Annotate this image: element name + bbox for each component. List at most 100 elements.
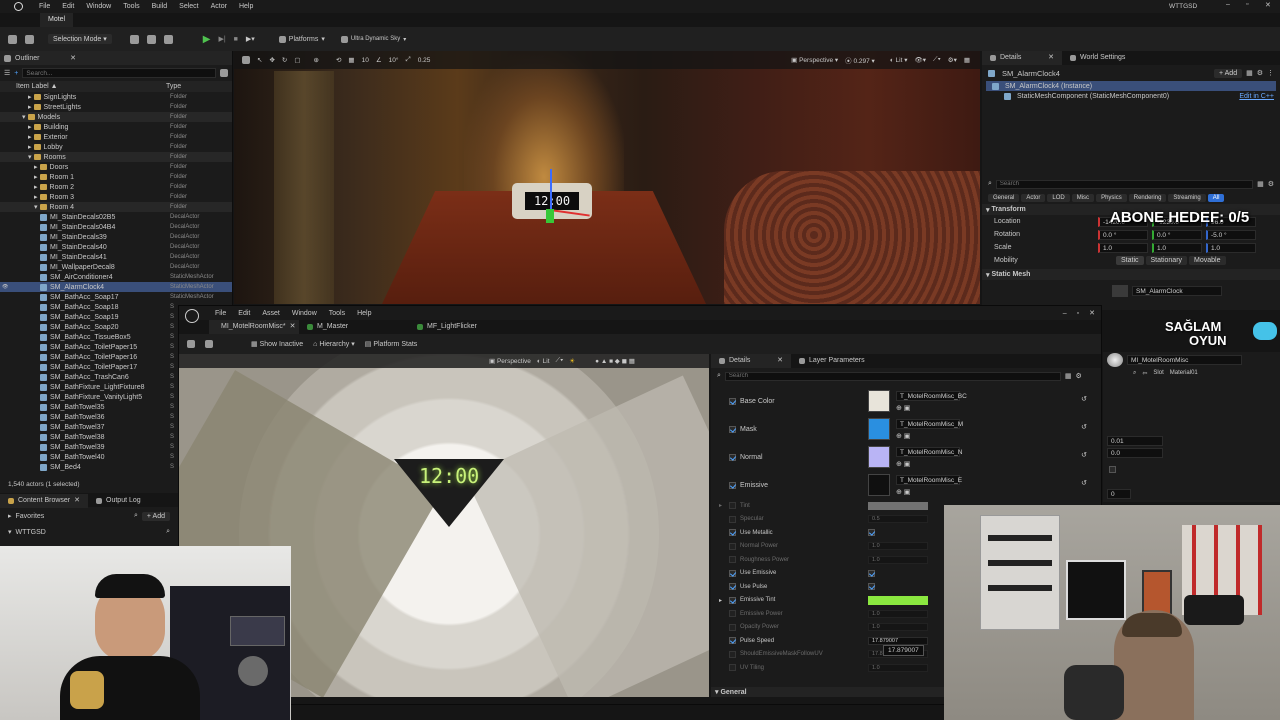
texture-browse-icons[interactable]: ⊕ ▣ xyxy=(896,404,960,412)
cinematics-icon[interactable] xyxy=(163,34,173,44)
param-value-checkbox[interactable] xyxy=(868,583,875,591)
expand-arrow-icon[interactable]: ▸ xyxy=(719,502,722,509)
viewport-menu-icon[interactable] xyxy=(242,56,250,64)
play-icon[interactable]: ▶ xyxy=(203,34,211,45)
platform-stats-button[interactable]: ▤ Platform Stats xyxy=(365,340,418,348)
edit-cpp-link[interactable]: Edit in C++ xyxy=(1239,93,1274,100)
filter-lod[interactable]: LOD xyxy=(1047,193,1070,202)
close-cb-icon[interactable]: ✕ xyxy=(74,494,80,508)
filter-icon[interactable]: ☰ xyxy=(4,69,10,77)
scale-snap-icon[interactable]: ⤢ xyxy=(405,56,410,64)
visibility-eye-icon[interactable]: 👁 xyxy=(0,284,10,290)
grid-snap-icon[interactable]: ▦ xyxy=(348,56,354,64)
mobility-stationary[interactable]: Stationary xyxy=(1145,256,1188,265)
world-settings-tab[interactable]: World Settings xyxy=(1062,51,1133,65)
close-window-icon[interactable]: ✕ xyxy=(1265,1,1271,9)
preview-realtime-icon[interactable]: ⟋▾ xyxy=(556,357,564,365)
mat-details-tab[interactable]: Details ✕ xyxy=(711,354,791,368)
content-icon[interactable] xyxy=(25,34,34,44)
favorites-expand-icon[interactable]: ▸ xyxy=(8,512,12,520)
outliner-row[interactable]: ▸ Room 3 Folder xyxy=(0,192,232,202)
perspective-dropdown[interactable]: ▣ Perspective ▾ xyxy=(791,56,838,64)
menu-build[interactable]: Build xyxy=(152,3,168,10)
save-icon[interactable] xyxy=(187,340,195,348)
show-icon[interactable]: 👁▾ xyxy=(915,56,927,64)
expand-arrow-icon[interactable]: ▸ xyxy=(34,193,38,201)
rotation-z[interactable]: -5.0 ° xyxy=(1206,229,1256,240)
param-enable-checkbox[interactable] xyxy=(729,453,736,461)
tint-swatch[interactable] xyxy=(868,501,928,510)
param-enable-checkbox[interactable] xyxy=(729,542,736,550)
menu-tools[interactable]: Tools xyxy=(123,3,139,10)
column-item-label[interactable]: Item Label ▲ xyxy=(16,83,166,90)
tab-mf-lightflicker[interactable]: MF_LightFlicker xyxy=(409,320,485,334)
settings-icon[interactable]: ⚙ xyxy=(1257,69,1263,77)
param-enable-checkbox[interactable] xyxy=(729,502,736,510)
outliner-row[interactable]: ▸ SignLights Folder xyxy=(0,92,232,102)
sky-dropdown[interactable]: Ultra Dynamic Sky ▾ xyxy=(340,35,406,43)
param-enable-checkbox[interactable] xyxy=(729,481,736,489)
mobility-movable[interactable]: Movable xyxy=(1189,256,1226,265)
level-tab[interactable]: Motel xyxy=(40,13,74,27)
layer-params-tab[interactable]: Layer Parameters xyxy=(791,354,873,368)
gizmo-y-axis[interactable] xyxy=(546,209,554,223)
outliner-row[interactable]: MI_WallpaperDecal8 DecalActor xyxy=(0,262,232,272)
reset-icon[interactable]: ↺ xyxy=(1081,423,1087,431)
more-icon[interactable]: ⋮ xyxy=(1267,69,1274,77)
side-value-1[interactable]: 0.01 xyxy=(1107,436,1163,446)
outliner-row[interactable]: ▸ Room 1 Folder xyxy=(0,172,232,182)
output-log-tab[interactable]: Output Log xyxy=(88,494,149,508)
mesh-picker[interactable]: SM_AlarmClock xyxy=(1132,286,1222,296)
scale-x[interactable]: 1.0 xyxy=(1098,242,1148,253)
expand-arrow-icon[interactable]: ▸ xyxy=(34,183,38,191)
tab-m-master[interactable]: M_Master xyxy=(299,320,409,334)
outliner-row[interactable]: SM_AirConditioner4 StaticMeshActor xyxy=(0,272,232,282)
save-icon[interactable] xyxy=(8,34,17,44)
texture-browse-icons[interactable]: ⊕ ▣ xyxy=(896,432,960,440)
grid-icon[interactable]: ▦ xyxy=(1065,372,1072,380)
unreal-logo-icon[interactable] xyxy=(14,2,23,11)
tab-mi-motelroommisc[interactable]: MI_MotelRoomMisc* ✕ xyxy=(209,320,299,334)
param-value-field[interactable]: 17.879007 xyxy=(868,636,928,645)
platforms-dropdown[interactable]: Platforms ▾ xyxy=(278,35,325,43)
param-enable-checkbox[interactable] xyxy=(729,623,736,631)
mat-search-input[interactable] xyxy=(724,371,1061,381)
lit-dropdown[interactable]: ◐ Lit ▾ xyxy=(890,56,908,64)
blueprint-icon[interactable] xyxy=(146,34,156,44)
world-icon[interactable]: ⊕ xyxy=(314,56,319,64)
add-component-button[interactable]: + Add xyxy=(1213,68,1243,78)
outliner-tab[interactable]: Outliner ✕ xyxy=(0,51,232,65)
param-value-field[interactable]: 1.0 xyxy=(868,555,928,564)
rotation-y[interactable]: 0.0 ° xyxy=(1152,229,1202,240)
scale-label[interactable]: Scale xyxy=(994,244,1094,251)
location-label[interactable]: Location xyxy=(994,218,1094,225)
menu-edit[interactable]: Edit xyxy=(62,3,74,10)
outliner-row[interactable]: ▸ Building Folder xyxy=(0,122,232,132)
param-enable-checkbox[interactable] xyxy=(729,596,736,604)
param-enable-checkbox[interactable] xyxy=(729,425,736,433)
outliner-row[interactable]: 👁 SM_AlarmClock4 StaticMeshActor xyxy=(0,282,232,292)
translate-icon[interactable]: ✥ xyxy=(269,56,274,64)
cb-add-button[interactable]: + Add xyxy=(141,511,170,521)
param-enable-checkbox[interactable] xyxy=(729,529,736,537)
texture-browse-icons[interactable]: ⊕ ▣ xyxy=(896,488,960,496)
param-enable-checkbox[interactable] xyxy=(729,637,736,645)
expand-arrow-icon[interactable]: ▸ xyxy=(28,93,32,101)
add-icon[interactable]: + xyxy=(14,70,18,77)
texture-dropdown[interactable]: T_MotelRoomMisc_BC xyxy=(896,390,967,401)
maximize-icon[interactable]: ▫ xyxy=(1246,1,1248,8)
param-value-checkbox[interactable] xyxy=(868,569,875,577)
menu-select[interactable]: Select xyxy=(179,3,198,10)
param-value-field[interactable]: 1.0 xyxy=(868,542,928,551)
menu-actor[interactable]: Actor xyxy=(211,3,227,10)
outliner-search-input[interactable] xyxy=(22,68,216,78)
param-enable-checkbox[interactable] xyxy=(729,397,736,405)
filter-actor[interactable]: Actor xyxy=(1021,193,1046,202)
settings-icon[interactable]: ⚙ xyxy=(1076,372,1082,380)
filter-rendering[interactable]: Rendering xyxy=(1128,193,1167,202)
outliner-row[interactable]: ▾ Room 4 Folder xyxy=(0,202,232,212)
rotate-icon[interactable]: ↻ xyxy=(282,56,287,64)
outliner-row[interactable]: ▸ Exterior Folder xyxy=(0,132,232,142)
selection-mode-dropdown[interactable]: Selection Mode ▾ xyxy=(48,34,112,44)
column-type[interactable]: Type xyxy=(166,83,181,90)
